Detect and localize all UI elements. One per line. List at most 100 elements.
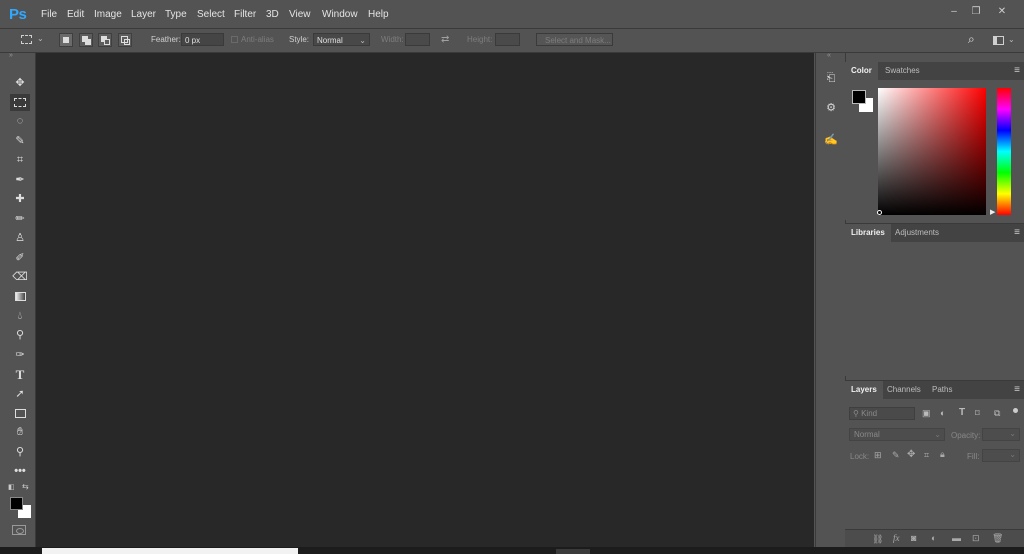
height-input[interactable] [495, 33, 520, 46]
menu-layer[interactable]: Layer [131, 9, 156, 20]
default-colors-icon[interactable]: ◧ [8, 483, 15, 491]
collapse-arrows-icon[interactable]: « [827, 52, 831, 59]
hue-slider-arrow-icon[interactable]: ▶ [990, 208, 995, 216]
blend-mode-select[interactable]: Normal ⌄ [849, 428, 945, 441]
close-button[interactable]: ✕ [995, 6, 1009, 18]
minimize-button[interactable]: – [947, 6, 961, 18]
menu-select[interactable]: Select [197, 9, 225, 20]
tab-color[interactable]: Color [845, 62, 878, 80]
restore-button[interactable]: ❐ [969, 6, 983, 18]
swap-colors-icon[interactable]: ⇆ [22, 482, 29, 491]
pen-tool-icon[interactable]: ✑ [10, 347, 30, 364]
lock-transparent-icon[interactable]: ⊞ [874, 450, 882, 461]
layer-filter-select[interactable]: ⚲ Kind [849, 407, 915, 420]
panel-menu-icon[interactable]: ≡ [1014, 227, 1020, 238]
style-select[interactable]: Normal ⌄ [313, 33, 370, 46]
subtract-selection-button[interactable] [98, 33, 112, 47]
filter-shape-icon[interactable]: ⌑ [975, 408, 980, 419]
tab-adjustments[interactable]: Adjustments [889, 224, 945, 242]
tab-channels[interactable]: Channels [881, 381, 927, 399]
color-foreground-swatch[interactable] [852, 90, 866, 104]
layer-style-icon[interactable]: fx [893, 533, 900, 543]
chevron-down-icon[interactable]: ⌄ [1008, 35, 1015, 44]
link-layers-icon[interactable]: ⛓ [872, 534, 883, 545]
tab-swatches[interactable]: Swatches [879, 62, 926, 80]
filter-pixel-icon[interactable]: ▣ [922, 408, 931, 419]
lock-artboard-icon[interactable]: ⌗ [924, 450, 929, 461]
tab-layers[interactable]: Layers [845, 381, 883, 399]
gradient-tool-icon[interactable] [10, 288, 30, 305]
taskbar-search-box[interactable] [42, 548, 298, 554]
feather-input[interactable]: 0 px [181, 33, 224, 46]
intersect-selection-button[interactable] [118, 33, 132, 47]
brush-settings-panel-icon[interactable]: ✍ [822, 131, 840, 149]
lock-all-icon[interactable]: 🔒︎ [940, 449, 945, 460]
menu-edit[interactable]: Edit [67, 9, 84, 20]
more-tools-icon[interactable]: ••• [10, 463, 30, 480]
menu-3d[interactable]: 3D [266, 9, 279, 20]
type-tool-icon[interactable]: T [10, 366, 30, 383]
zoom-tool-icon[interactable]: ⚲ [10, 444, 30, 461]
chevron-down-icon[interactable]: ⌄ [37, 34, 44, 43]
menu-view[interactable]: View [289, 9, 311, 20]
tab-libraries[interactable]: Libraries [845, 224, 891, 242]
menu-filter[interactable]: Filter [234, 9, 256, 20]
add-mask-icon[interactable]: ◙ [911, 533, 916, 543]
delete-layer-icon[interactable]: 🗑︎ [992, 533, 1003, 544]
panel-menu-icon[interactable]: ≡ [1014, 65, 1020, 76]
healing-brush-tool-icon[interactable]: ✚ [10, 191, 30, 208]
workspace-icon[interactable] [993, 36, 1004, 45]
hand-tool-icon[interactable]: ✋︎ [10, 424, 30, 441]
color-field[interactable] [878, 88, 986, 215]
rectangle-tool-icon[interactable] [10, 405, 30, 422]
add-selection-button[interactable] [79, 33, 93, 47]
adjustment-layer-icon[interactable]: ◐ [931, 533, 936, 543]
menu-help[interactable]: Help [368, 9, 389, 20]
eraser-tool-icon[interactable]: ⌫ [10, 269, 30, 286]
filter-smart-object-icon[interactable]: ⧉ [994, 408, 1000, 419]
move-tool-icon[interactable]: ✥ [10, 75, 30, 92]
hue-slider[interactable] [997, 88, 1011, 215]
foreground-color-swatch[interactable] [10, 497, 23, 510]
document-canvas-area[interactable] [36, 53, 814, 547]
blur-tool-icon[interactable]: 💧︎ [10, 308, 30, 325]
rectangular-marquee-tool-icon[interactable] [10, 94, 30, 111]
panel-menu-icon[interactable]: ≡ [1014, 384, 1020, 395]
search-icon[interactable]: ⌕ [968, 32, 975, 47]
menu-type[interactable]: Type [165, 9, 187, 20]
new-layer-icon[interactable]: ⊡ [972, 533, 980, 544]
menu-image[interactable]: Image [94, 9, 122, 20]
dodge-tool-icon[interactable]: ⚲ [10, 327, 30, 344]
properties-panel-icon[interactable]: ⚙ [822, 99, 840, 117]
marquee-preset-icon[interactable] [21, 35, 32, 44]
lasso-tool-icon[interactable]: ◌ [10, 113, 30, 130]
history-panel-icon[interactable]: ⎗ [822, 69, 840, 87]
filter-toggle-icon[interactable] [1013, 408, 1018, 413]
select-and-mask-button[interactable]: Select and Mask... [536, 33, 613, 46]
filter-adjustment-icon[interactable]: ◐ [940, 408, 945, 418]
new-selection-button[interactable] [59, 33, 73, 47]
menu-file[interactable]: File [41, 9, 57, 20]
new-group-icon[interactable]: ▬ [952, 533, 961, 543]
taskbar-app-button[interactable] [556, 549, 590, 554]
width-input[interactable] [405, 33, 430, 46]
opacity-input[interactable]: ⌄ [982, 428, 1020, 441]
clone-stamp-tool-icon[interactable]: ♙ [10, 230, 30, 247]
menu-window[interactable]: Window [322, 9, 358, 20]
fill-input[interactable]: ⌄ [982, 449, 1020, 462]
filter-type-icon[interactable]: T [959, 407, 965, 418]
history-brush-tool-icon[interactable]: ✐ [10, 250, 30, 267]
lock-image-icon[interactable]: ✎ [892, 450, 900, 461]
eyedropper-tool-icon[interactable]: ✒ [10, 172, 30, 189]
crop-tool-icon[interactable]: ⌗ [10, 152, 30, 169]
brush-tool-icon[interactable]: ✏ [10, 211, 30, 228]
swap-dimensions-icon[interactable]: ⇄ [441, 34, 449, 45]
collapse-arrows-icon[interactable]: » [9, 52, 13, 59]
lock-position-icon[interactable]: ✥ [907, 449, 915, 460]
quick-selection-tool-icon[interactable]: ✎ [10, 133, 30, 150]
path-selection-tool-icon[interactable]: ➚ [10, 386, 30, 403]
tab-paths[interactable]: Paths [926, 381, 958, 399]
color-picker-marker[interactable] [877, 210, 882, 215]
quick-mask-icon[interactable] [12, 525, 26, 535]
antialias-checkbox[interactable] [231, 36, 238, 43]
